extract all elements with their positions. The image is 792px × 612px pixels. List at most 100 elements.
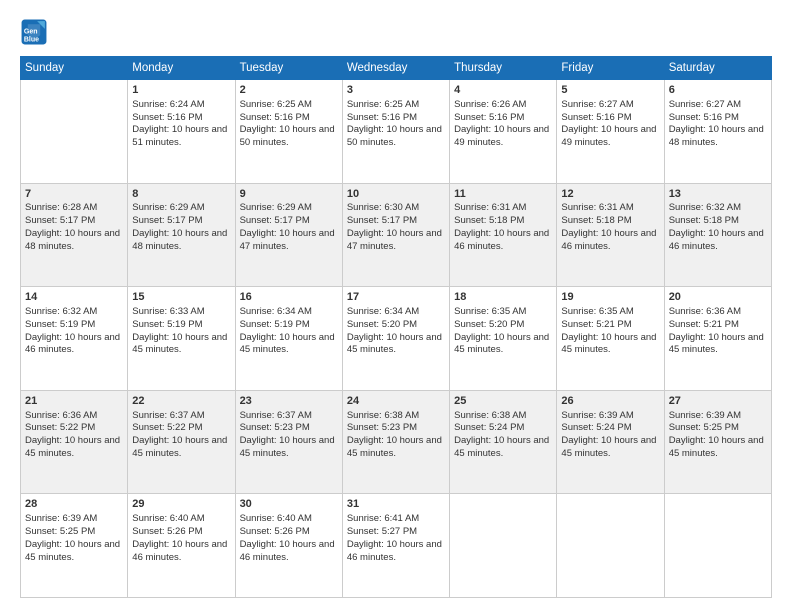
daylight: Daylight: 10 hours and 48 minutes. bbox=[669, 124, 764, 148]
calendar-cell bbox=[557, 494, 664, 598]
calendar-cell: 30Sunrise: 6:40 AMSunset: 5:26 PMDayligh… bbox=[235, 494, 342, 598]
calendar-cell: 7Sunrise: 6:28 AMSunset: 5:17 PMDaylight… bbox=[21, 183, 128, 287]
sunrise: Sunrise: 6:32 AM bbox=[25, 306, 97, 317]
calendar-cell: 25Sunrise: 6:38 AMSunset: 5:24 PMDayligh… bbox=[450, 390, 557, 494]
day-number: 13 bbox=[669, 187, 767, 202]
calendar-cell: 21Sunrise: 6:36 AMSunset: 5:22 PMDayligh… bbox=[21, 390, 128, 494]
day-number: 7 bbox=[25, 187, 123, 202]
sunrise: Sunrise: 6:36 AM bbox=[669, 306, 741, 317]
sunset: Sunset: 5:16 PM bbox=[561, 112, 631, 123]
sunrise: Sunrise: 6:41 AM bbox=[347, 513, 419, 524]
day-number: 1 bbox=[132, 83, 230, 98]
sunset: Sunset: 5:20 PM bbox=[454, 319, 524, 330]
calendar-cell: 9Sunrise: 6:29 AMSunset: 5:17 PMDaylight… bbox=[235, 183, 342, 287]
sunrise: Sunrise: 6:39 AM bbox=[561, 410, 633, 421]
logo-icon: Gen Blue bbox=[20, 18, 48, 46]
sunrise: Sunrise: 6:28 AM bbox=[25, 202, 97, 213]
daylight: Daylight: 10 hours and 45 minutes. bbox=[132, 435, 227, 459]
sunset: Sunset: 5:16 PM bbox=[669, 112, 739, 123]
daylight: Daylight: 10 hours and 45 minutes. bbox=[669, 435, 764, 459]
sunset: Sunset: 5:18 PM bbox=[561, 215, 631, 226]
day-number: 16 bbox=[240, 290, 338, 305]
daylight: Daylight: 10 hours and 49 minutes. bbox=[454, 124, 549, 148]
day-number: 29 bbox=[132, 497, 230, 512]
sunset: Sunset: 5:22 PM bbox=[132, 422, 202, 433]
daylight: Daylight: 10 hours and 45 minutes. bbox=[132, 332, 227, 356]
daylight: Daylight: 10 hours and 47 minutes. bbox=[347, 228, 442, 252]
daylight: Daylight: 10 hours and 45 minutes. bbox=[561, 435, 656, 459]
sunrise: Sunrise: 6:30 AM bbox=[347, 202, 419, 213]
sunrise: Sunrise: 6:34 AM bbox=[240, 306, 312, 317]
daylight: Daylight: 10 hours and 46 minutes. bbox=[669, 228, 764, 252]
day-number: 18 bbox=[454, 290, 552, 305]
sunset: Sunset: 5:23 PM bbox=[347, 422, 417, 433]
sunrise: Sunrise: 6:40 AM bbox=[132, 513, 204, 524]
week-row-2: 7Sunrise: 6:28 AM Sunset: 5:17 PM Daylight… bbox=[21, 183, 772, 287]
calendar-cell: 19Sunrise: 6:35 AMSunset: 5:21 PMDayligh… bbox=[557, 287, 664, 391]
day-number: 12 bbox=[561, 187, 659, 202]
sunset: Sunset: 5:16 PM bbox=[347, 112, 417, 123]
sunrise: Sunrise: 6:24 AM bbox=[132, 99, 204, 110]
sunrise: Sunrise: 6:36 AM bbox=[25, 410, 97, 421]
daylight: Daylight: 10 hours and 50 minutes. bbox=[240, 124, 335, 148]
sunrise: Sunrise: 6:25 AM bbox=[347, 99, 419, 110]
calendar-cell: 3Sunrise: 6:25 AMSunset: 5:16 PMDaylight… bbox=[342, 80, 449, 184]
day-number: 14 bbox=[25, 290, 123, 305]
svg-text:Gen: Gen bbox=[24, 29, 38, 36]
day-number: 5 bbox=[561, 83, 659, 98]
day-number: 19 bbox=[561, 290, 659, 305]
day-number: 26 bbox=[561, 394, 659, 409]
sunset: Sunset: 5:25 PM bbox=[669, 422, 739, 433]
daylight: Daylight: 10 hours and 46 minutes. bbox=[454, 228, 549, 252]
daylight: Daylight: 10 hours and 45 minutes. bbox=[454, 435, 549, 459]
calendar-cell: 24Sunrise: 6:38 AMSunset: 5:23 PMDayligh… bbox=[342, 390, 449, 494]
col-sunday: Sunday bbox=[21, 57, 128, 80]
sunrise: Sunrise: 6:25 AM bbox=[240, 99, 312, 110]
sunrise: Sunrise: 6:27 AM bbox=[669, 99, 741, 110]
daylight: Daylight: 10 hours and 45 minutes. bbox=[347, 435, 442, 459]
daylight: Daylight: 10 hours and 46 minutes. bbox=[25, 332, 120, 356]
sunset: Sunset: 5:25 PM bbox=[25, 526, 95, 537]
day-number: 27 bbox=[669, 394, 767, 409]
calendar-cell bbox=[21, 80, 128, 184]
sunrise: Sunrise: 6:40 AM bbox=[240, 513, 312, 524]
day-number: 21 bbox=[25, 394, 123, 409]
calendar-cell: 23Sunrise: 6:37 AMSunset: 5:23 PMDayligh… bbox=[235, 390, 342, 494]
daylight: Daylight: 10 hours and 51 minutes. bbox=[132, 124, 227, 148]
sunset: Sunset: 5:17 PM bbox=[347, 215, 417, 226]
daylight: Daylight: 10 hours and 45 minutes. bbox=[347, 332, 442, 356]
calendar-cell: 8Sunrise: 6:29 AMSunset: 5:17 PMDaylight… bbox=[128, 183, 235, 287]
calendar-cell: 16Sunrise: 6:34 AMSunset: 5:19 PMDayligh… bbox=[235, 287, 342, 391]
day-number: 30 bbox=[240, 497, 338, 512]
daylight: Daylight: 10 hours and 45 minutes. bbox=[454, 332, 549, 356]
calendar-cell: 20Sunrise: 6:36 AMSunset: 5:21 PMDayligh… bbox=[664, 287, 771, 391]
sunrise: Sunrise: 6:29 AM bbox=[240, 202, 312, 213]
calendar-page: Gen Blue Sunday Monday Tuesday Wednesday… bbox=[0, 0, 792, 612]
day-number: 31 bbox=[347, 497, 445, 512]
sunset: Sunset: 5:19 PM bbox=[25, 319, 95, 330]
sunrise: Sunrise: 6:37 AM bbox=[240, 410, 312, 421]
calendar-cell: 31Sunrise: 6:41 AM Sunset: 5:27 PM Dayligh… bbox=[342, 494, 449, 598]
calendar-cell: 6Sunrise: 6:27 AMSunset: 5:16 PMDaylight… bbox=[664, 80, 771, 184]
calendar-cell: 12Sunrise: 6:31 AMSunset: 5:18 PMDayligh… bbox=[557, 183, 664, 287]
sunset: Sunset: 5:21 PM bbox=[669, 319, 739, 330]
col-wednesday: Wednesday bbox=[342, 57, 449, 80]
sunrise: Sunrise: 6:31 AM bbox=[561, 202, 633, 213]
sunset: Sunset: 5:19 PM bbox=[132, 319, 202, 330]
daylight: Daylight: 10 hours and 45 minutes. bbox=[25, 539, 120, 563]
calendar-table: Sunday Monday Tuesday Wednesday Thursday… bbox=[20, 56, 772, 598]
day-number: 4 bbox=[454, 83, 552, 98]
sunset: Sunset: 5:22 PM bbox=[25, 422, 95, 433]
day-number: 25 bbox=[454, 394, 552, 409]
sunrise: Sunrise: 6:31 AM bbox=[454, 202, 526, 213]
day-number: 23 bbox=[240, 394, 338, 409]
day-number: 10 bbox=[347, 187, 445, 202]
sunset: Sunset: 5:27 PM bbox=[347, 526, 417, 537]
sunset: Sunset: 5:26 PM bbox=[240, 526, 310, 537]
col-tuesday: Tuesday bbox=[235, 57, 342, 80]
daylight: Daylight: 10 hours and 46 minutes. bbox=[347, 539, 442, 563]
sunset: Sunset: 5:18 PM bbox=[454, 215, 524, 226]
sunset: Sunset: 5:18 PM bbox=[669, 215, 739, 226]
sunrise: Sunrise: 6:39 AM bbox=[25, 513, 97, 524]
sunrise: Sunrise: 6:38 AM bbox=[454, 410, 526, 421]
